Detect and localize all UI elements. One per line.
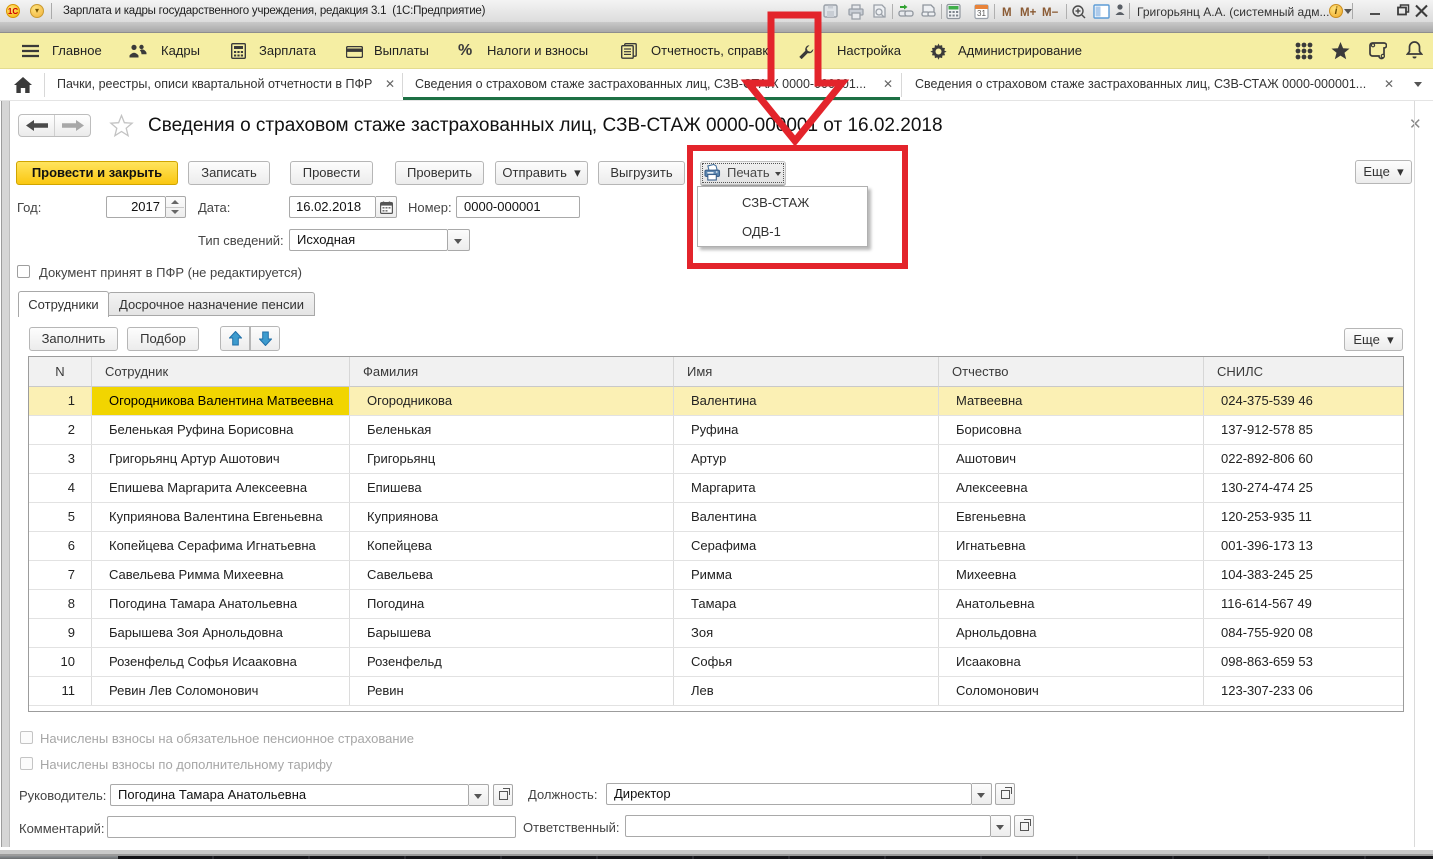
svg-text:M+: M+	[1020, 7, 1037, 19]
svg-text:M: M	[1002, 7, 1012, 19]
svg-text:M−: M−	[1042, 7, 1059, 19]
svg-text:31: 31	[977, 9, 986, 18]
